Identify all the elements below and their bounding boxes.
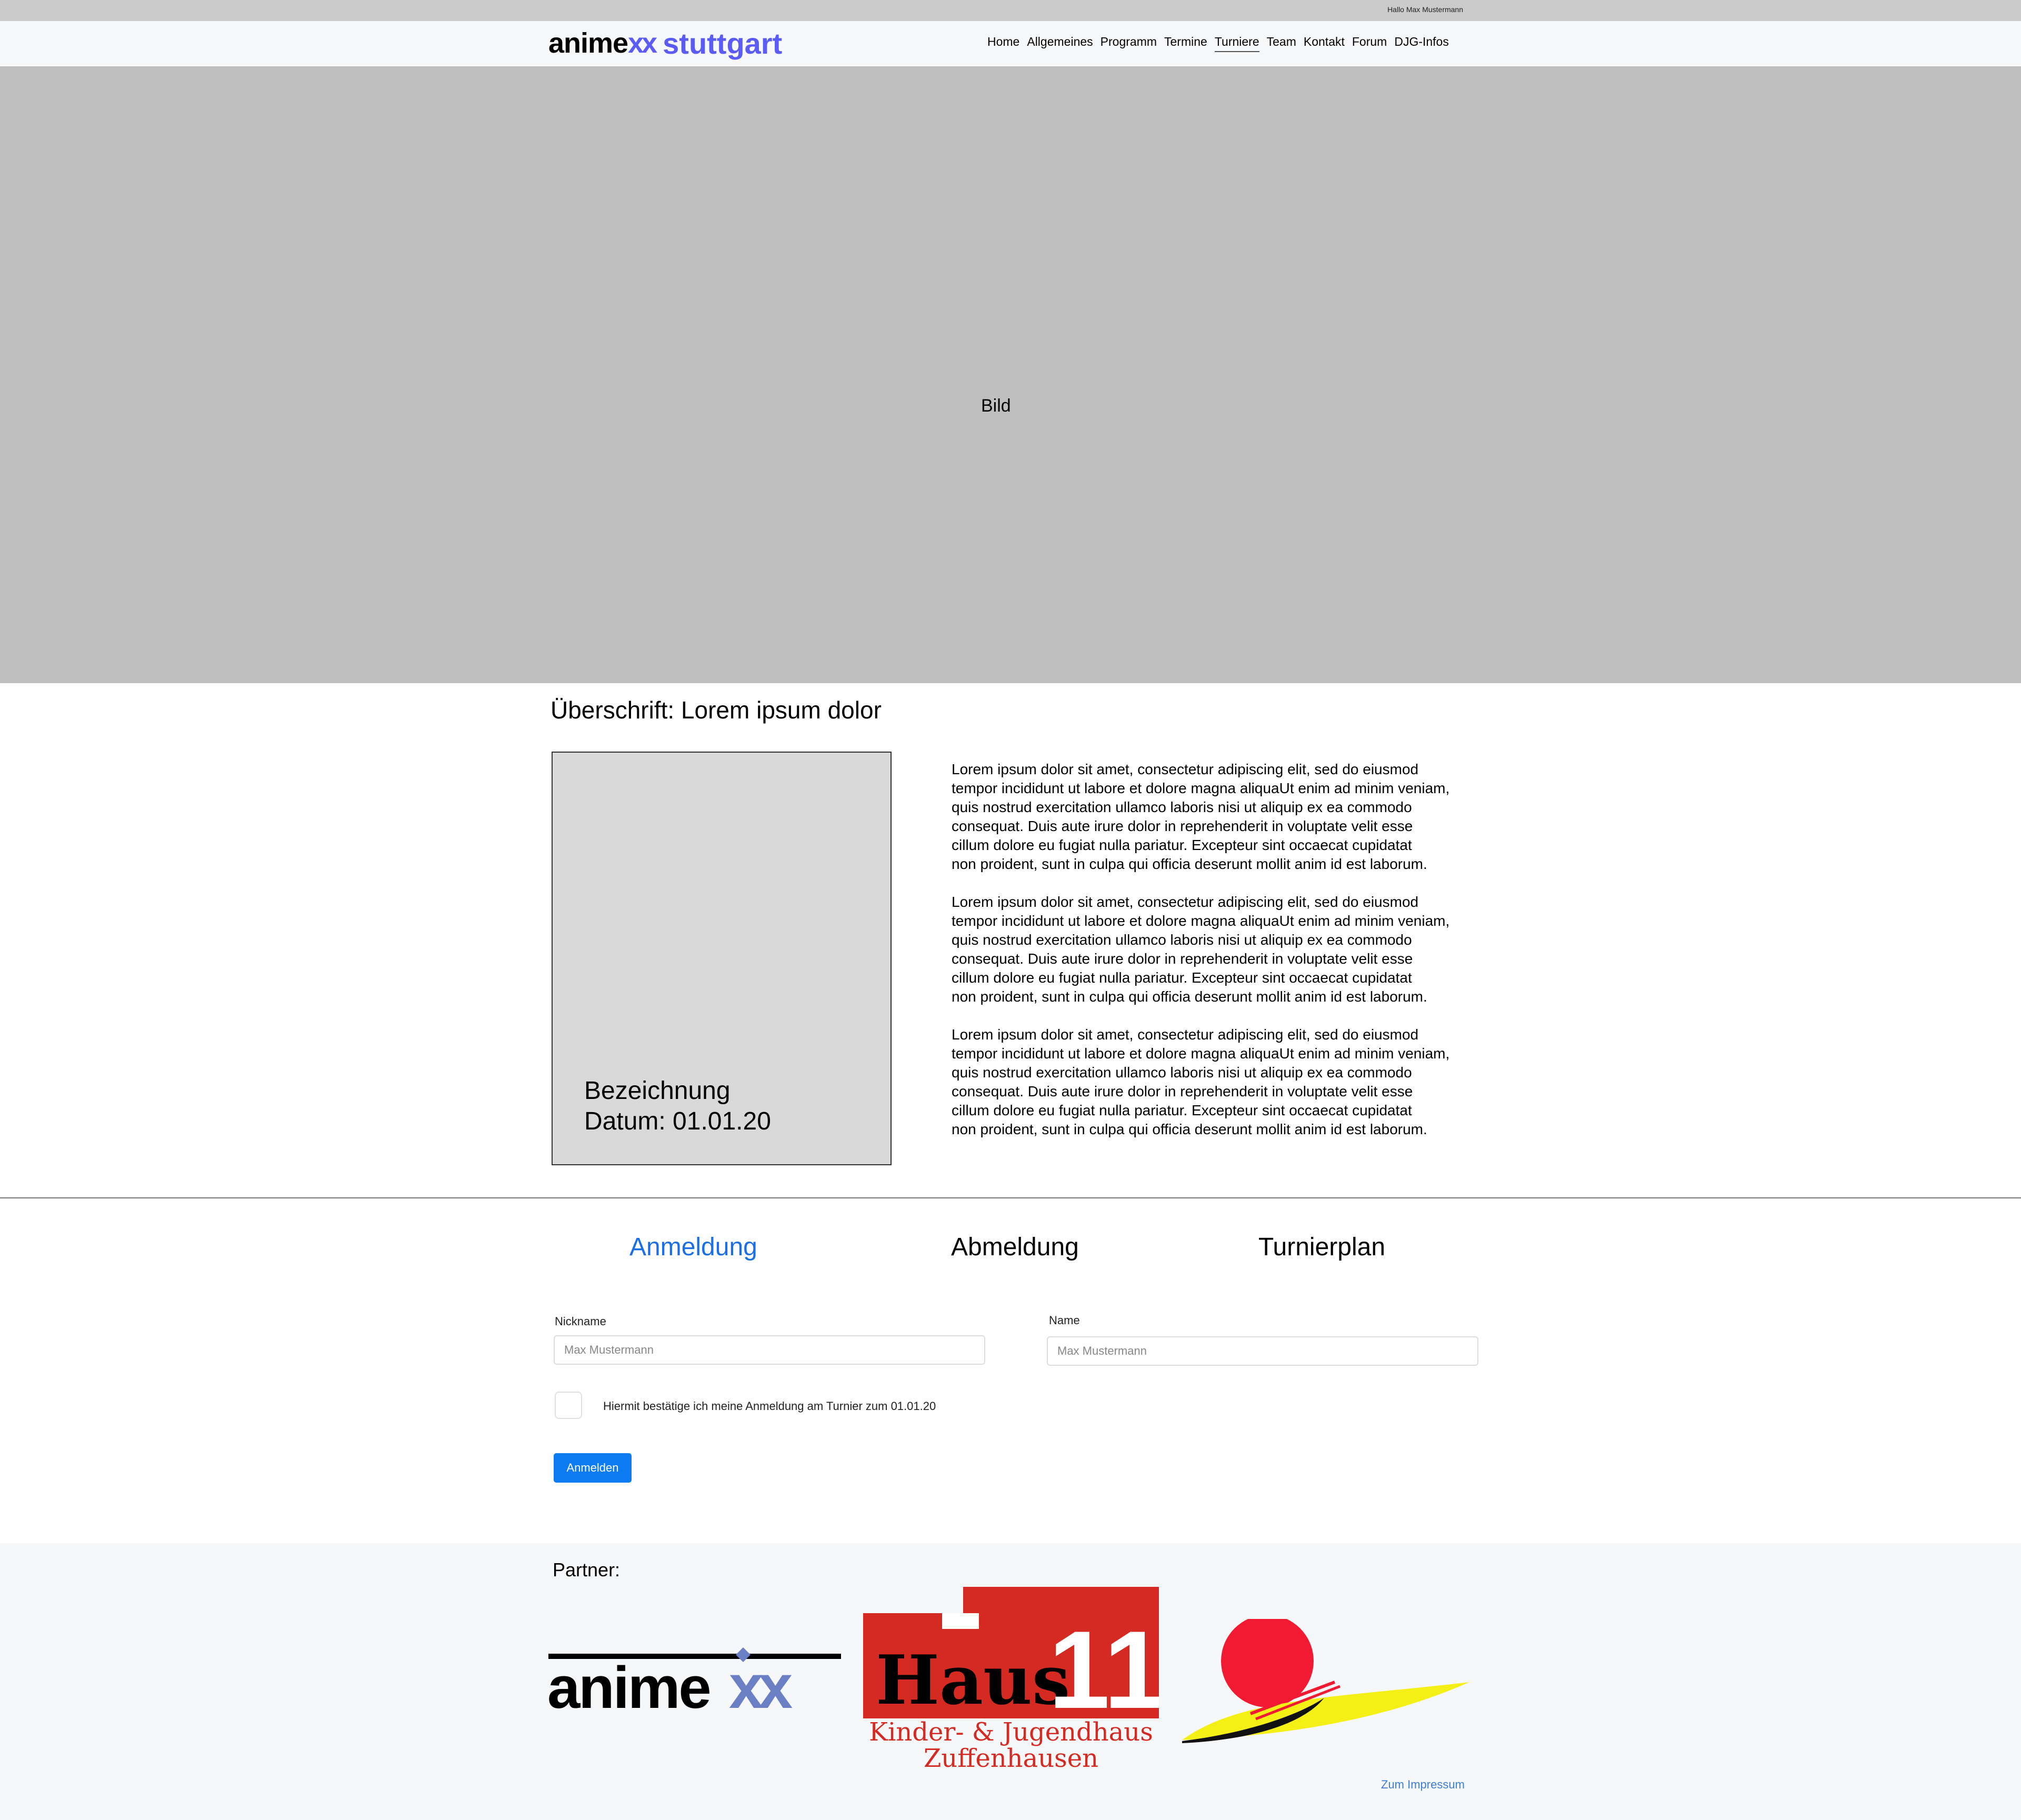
svg-text:Kinder- & Jugendhaus: Kinder- & Jugendhaus bbox=[869, 1717, 1153, 1747]
section-divider bbox=[0, 1197, 2021, 1198]
nav-kontakt[interactable]: Kontakt bbox=[1304, 35, 1345, 52]
confirm-checkbox-label: Hiermit bestätige ich meine Anmeldung am… bbox=[603, 1399, 936, 1413]
card-title: Bezeichnung bbox=[584, 1077, 731, 1105]
paragraph: Lorem ipsum dolor sit amet, consectetur … bbox=[952, 1026, 1450, 1137]
paragraph: Lorem ipsum dolor sit amet, consectetur … bbox=[952, 761, 1450, 872]
body-text: Lorem ipsum dolor sit amet, consectetur … bbox=[952, 760, 1499, 1158]
nav-termine[interactable]: Termine bbox=[1164, 35, 1207, 52]
svg-text:11: 11 bbox=[1048, 1608, 1159, 1732]
tab-abmeldung[interactable]: Abmeldung bbox=[951, 1233, 1079, 1262]
nav-allgemeines[interactable]: Allgemeines bbox=[1027, 35, 1093, 52]
site-logo[interactable]: anime xx stuttgart bbox=[548, 26, 782, 60]
impressum-link[interactable]: Zum Impressum bbox=[1381, 1778, 1465, 1792]
logo-brand: anime bbox=[548, 27, 628, 59]
main-nav: Home Allgemeines Programm Termine Turnie… bbox=[987, 35, 1449, 52]
tab-turnierplan[interactable]: Turnierplan bbox=[1258, 1233, 1385, 1262]
haus11-partner-logo[interactable]: Haus 11 Kinder- & Jugendhaus Zuffenhause… bbox=[863, 1587, 1159, 1771]
tab-anmeldung[interactable]: Anmeldung bbox=[629, 1233, 757, 1262]
name-label: Name bbox=[1049, 1314, 1080, 1327]
card-date: Datum: 01.01.20 bbox=[584, 1107, 771, 1135]
svg-text:anime: anime bbox=[547, 1655, 710, 1716]
nav-home[interactable]: Home bbox=[987, 35, 1019, 52]
nav-team[interactable]: Team bbox=[1267, 35, 1296, 52]
sun-wave-partner-logo[interactable] bbox=[1177, 1619, 1472, 1751]
name-input[interactable] bbox=[1047, 1336, 1478, 1366]
logo-brand-suffix: xx bbox=[628, 27, 657, 59]
nickname-input[interactable] bbox=[554, 1335, 985, 1365]
svg-text:Haus: Haus bbox=[876, 1641, 1070, 1720]
nav-programm[interactable]: Programm bbox=[1100, 35, 1157, 52]
anmelden-button[interactable]: Anmelden bbox=[554, 1453, 632, 1483]
nav-forum[interactable]: Forum bbox=[1352, 35, 1387, 52]
nav-djg-infos[interactable]: DJG-Infos bbox=[1394, 35, 1449, 52]
hero-label: Bild bbox=[981, 396, 1011, 416]
user-greeting: Hallo Max Mustermann bbox=[1387, 5, 1463, 14]
partner-title: Partner: bbox=[553, 1559, 621, 1581]
animexx-partner-logo[interactable]: anime xx bbox=[547, 1647, 842, 1716]
top-bar bbox=[0, 0, 2021, 21]
logo-city: stuttgart bbox=[663, 26, 783, 60]
svg-text:xx: xx bbox=[729, 1652, 793, 1716]
hero-image-placeholder bbox=[0, 66, 2021, 683]
nickname-label: Nickname bbox=[555, 1315, 606, 1328]
confirm-checkbox[interactable] bbox=[555, 1392, 582, 1419]
page-heading: Überschrift: Lorem ipsum dolor bbox=[551, 696, 882, 724]
paragraph: Lorem ipsum dolor sit amet, consectetur … bbox=[952, 894, 1450, 1005]
svg-text:Zuffenhausen: Zuffenhausen bbox=[924, 1744, 1098, 1771]
nav-turniere[interactable]: Turniere bbox=[1214, 35, 1259, 52]
